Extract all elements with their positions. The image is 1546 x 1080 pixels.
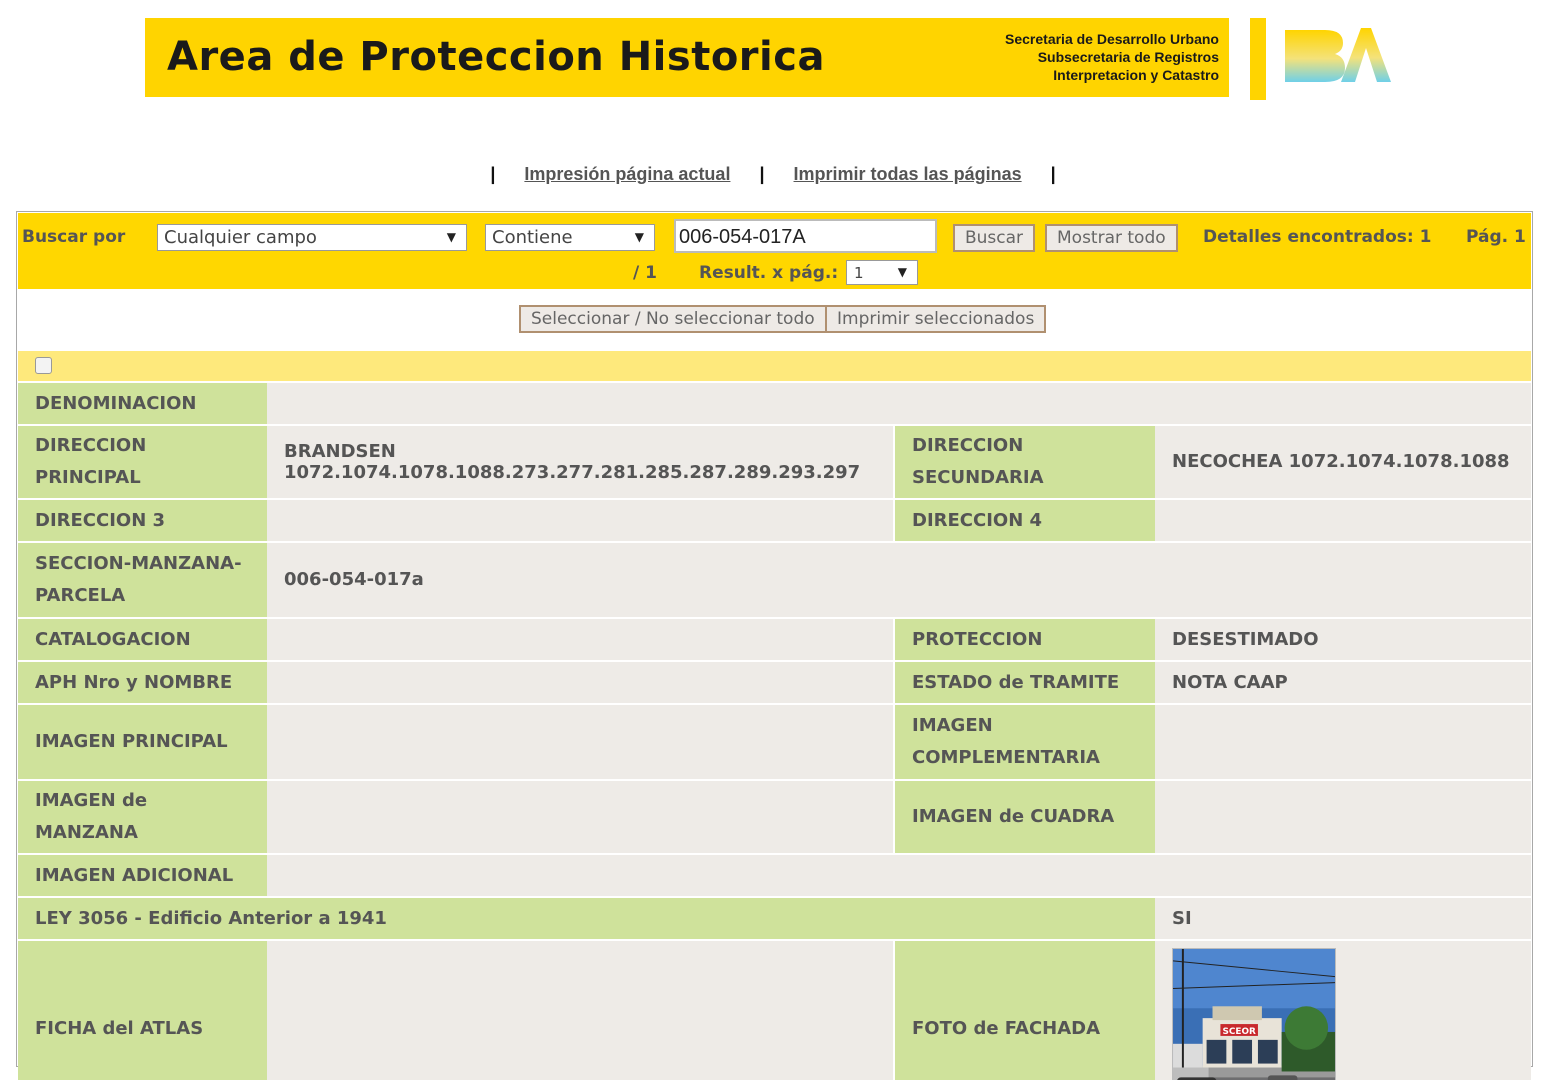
search-by-label: Buscar por [22,227,126,247]
catalogacion-value [267,617,894,661]
imagen-principal-value [267,703,894,780]
print-selected-button[interactable]: Imprimir seleccionados [825,305,1047,333]
seccion-manzana-parcela-label: SECCION-MANZANA-PARCELA [18,541,267,618]
imagen-manzana-value [267,779,894,854]
dropdown-arrow-icon: ▼ [634,230,644,244]
table-row: LEY 3056 - Edificio Anterior a 1941 SI [18,896,1532,940]
aph-value [267,660,894,704]
header-subtitle: Secretaria de Desarrollo Urbano Subsecre… [1005,30,1219,84]
direccion-principal-numbers: 1072.1074.1078.1088.273.277.281.285.287.… [284,462,861,483]
header-divider [1250,18,1266,100]
print-links-bar: | Impresión página actual | Imprimir tod… [0,164,1546,185]
link-separator: | [759,164,765,184]
direccion-4-label: DIRECCION 4 [893,498,1155,542]
search-operator-value: Contiene [492,227,573,248]
results-per-page-label: Result. x pág.: [699,263,839,283]
record-checkbox[interactable] [35,357,52,374]
search-operator-select[interactable]: Contiene ▼ [485,224,655,251]
direccion-4-value [1155,498,1532,542]
search-field-select[interactable]: Cualquier campo ▼ [157,224,467,251]
facade-sign-text: SCEOR [1223,1026,1257,1036]
facade-photo[interactable]: SCEOR [1172,947,1336,1080]
table-row: IMAGEN ADICIONAL [18,853,1532,897]
direccion-secundaria-label: DIRECCION SECUNDARIA [893,424,1155,499]
direccion-principal-value: BRANDSEN 1072.1074.1078.1088.273.277.281… [267,424,894,499]
table-row: SECCION-MANZANA-PARCELA 006-054-017a [18,541,1532,618]
imagen-complementaria-label: IMAGEN COMPLEMENTARIA [893,703,1155,780]
select-all-button[interactable]: Seleccionar / No seleccionar todo [519,305,827,333]
ficha-atlas-label: FICHA del ATLAS [18,939,267,1080]
catalogacion-label: CATALOGACION [18,617,267,661]
table-row: CATALOGACION PROTECCION DESESTIMADO [18,617,1532,661]
results-per-page-select[interactable]: 1 ▼ [846,260,918,285]
estado-tramite-label: ESTADO de TRAMITE [893,660,1155,704]
table-row: DIRECCION PRINCIPAL BRANDSEN 1072.1074.1… [18,424,1532,499]
imagen-cuadra-label: IMAGEN de CUADRA [893,779,1155,854]
seccion-manzana-parcela-value: 006-054-017a [267,541,1532,618]
direccion-3-value [267,498,894,542]
search-bar: Buscar por Cualquier campo ▼ Contiene ▼ … [18,213,1531,289]
foto-fachada-cell: SCEOR [1155,939,1532,1080]
foto-fachada-label: FOTO de FACHADA [893,939,1155,1080]
page-title: Area de Proteccion Historica [167,34,825,80]
table-row: APH Nro y NOMBRE ESTADO de TRAMITE NOTA … [18,660,1532,704]
page-total: / 1 [633,263,657,283]
show-all-button[interactable]: Mostrar todo [1045,224,1178,252]
ley-3056-value: SI [1155,896,1532,940]
imagen-adicional-label: IMAGEN ADICIONAL [18,853,267,897]
header-banner: Area de Proteccion Historica Secretaria … [145,18,1229,97]
aph-label: APH Nro y NOMBRE [18,660,267,704]
record-detail-table: DENOMINACION DIRECCION PRINCIPAL BRANDSE… [18,381,1532,1080]
link-separator: | [1050,164,1056,184]
proteccion-value: DESESTIMADO [1155,617,1532,661]
print-current-page-link[interactable]: Impresión página actual [524,164,730,184]
estado-tramite-value: NOTA CAAP [1155,660,1532,704]
ley-3056-label: LEY 3056 - Edificio Anterior a 1941 [18,896,1155,940]
actions-bar: Seleccionar / No seleccionar todo Imprim… [18,289,1531,351]
proteccion-label: PROTECCION [893,617,1155,661]
imagen-principal-label: IMAGEN PRINCIPAL [18,703,267,780]
imagen-complementaria-value [1155,703,1532,780]
imagen-adicional-value [267,853,1532,897]
print-all-pages-link[interactable]: Imprimir todas las páginas [794,164,1022,184]
denominacion-value [267,381,1532,425]
results-panel: Buscar por Cualquier campo ▼ Contiene ▼ … [16,211,1533,1080]
ficha-atlas-value [267,939,894,1080]
results-per-page-value: 1 [854,264,864,282]
table-row: DENOMINACION [18,381,1532,425]
table-row: IMAGEN de MANZANA IMAGEN de CUADRA [18,779,1532,854]
header-sub-line-3: Interpretacion y Catastro [1053,67,1219,83]
search-field-value: Cualquier campo [164,227,317,248]
results-count: Detalles encontrados: 1 [1203,227,1432,247]
link-separator: | [490,164,496,184]
header-sub-line-1: Secretaria de Desarrollo Urbano [1005,31,1219,47]
search-input[interactable]: 006-054-017A [674,219,937,253]
dropdown-arrow-icon: ▼ [446,230,456,244]
record-select-row [18,351,1531,381]
direccion-3-label: DIRECCION 3 [18,498,267,542]
dropdown-arrow-icon: ▼ [897,265,907,279]
table-row: DIRECCION 3 DIRECCION 4 [18,498,1532,542]
table-row: FICHA del ATLAS FOTO de FACHADA SCEOR [18,939,1532,1080]
denominacion-label: DENOMINACION [18,381,267,425]
search-button[interactable]: Buscar [953,224,1036,252]
header-sub-line-2: Subsecretaria de Registros [1037,49,1219,65]
direccion-secundaria-value: NECOCHEA 1072.1074.1078.1088 [1155,424,1532,499]
imagen-manzana-label: IMAGEN de MANZANA [18,779,267,854]
table-row: IMAGEN PRINCIPAL IMAGEN COMPLEMENTARIA [18,703,1532,780]
page-indicator: Pág. 1 [1466,227,1526,247]
direccion-principal-street: BRANDSEN [284,441,396,462]
ba-logo-icon [1285,28,1391,82]
direccion-principal-label: DIRECCION PRINCIPAL [18,424,267,499]
imagen-cuadra-value [1155,779,1532,854]
